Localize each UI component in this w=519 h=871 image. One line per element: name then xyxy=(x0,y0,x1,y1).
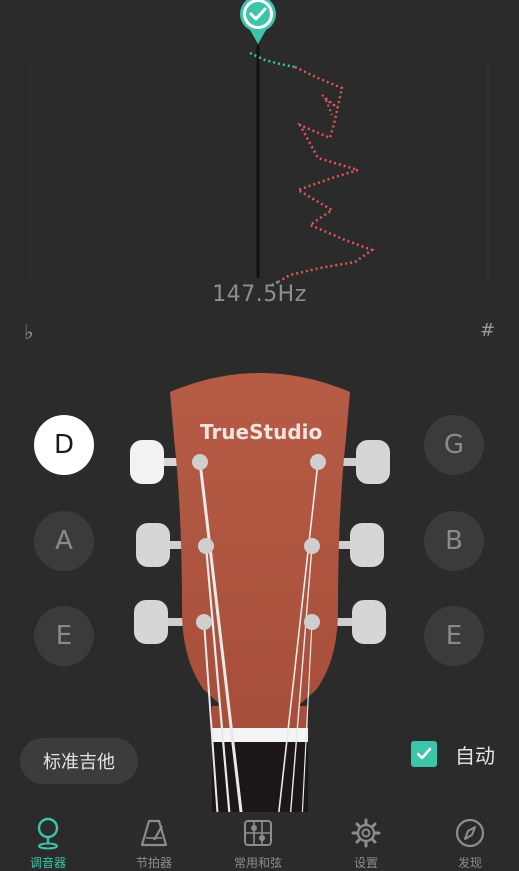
compass-icon xyxy=(430,816,510,850)
tuning-preset-button[interactable]: 标准吉他 xyxy=(20,738,138,784)
tuning-peg-left-1[interactable] xyxy=(130,440,182,484)
tuning-peg-right-3[interactable] xyxy=(334,600,386,644)
metronome-icon xyxy=(114,816,194,850)
tab-metronome[interactable]: 节拍器 xyxy=(114,816,194,871)
string-button-a[interactable]: A xyxy=(34,511,94,571)
string-button-low-e[interactable]: E xyxy=(34,606,94,666)
gear-icon xyxy=(326,816,406,850)
tab-tuner[interactable]: 调音器 xyxy=(8,816,88,871)
tab-chords-label: 常用和弦 xyxy=(233,856,282,870)
tab-discover[interactable]: 发现 xyxy=(430,816,510,871)
string-button-high-e[interactable]: E xyxy=(424,606,484,666)
tab-settings[interactable]: 设置 xyxy=(326,816,406,871)
tuning-peg-left-2[interactable] xyxy=(136,523,188,567)
tab-settings-label: 设置 xyxy=(353,856,378,870)
tab-chords[interactable]: 常用和弦 xyxy=(218,816,298,871)
tuner-pin-icon xyxy=(8,816,88,850)
auto-checkbox[interactable] xyxy=(411,741,437,767)
auto-toggle[interactable]: 自动 xyxy=(411,739,495,769)
chord-icon xyxy=(218,816,298,850)
string-button-b[interactable]: B xyxy=(424,511,484,571)
auto-label: 自动 xyxy=(455,743,495,768)
pitch-graph xyxy=(29,0,489,287)
tab-discover-label: 发现 xyxy=(457,856,482,870)
tuning-peg-right-1[interactable] xyxy=(338,440,390,484)
tuning-peg-right-2[interactable] xyxy=(332,523,384,567)
frequency-readout: 147.5Hz xyxy=(212,282,307,307)
in-tune-check-icon xyxy=(240,0,276,44)
tuning-peg-left-3[interactable] xyxy=(134,600,186,644)
string-button-g[interactable]: G xyxy=(424,415,484,475)
sharp-indicator: # xyxy=(480,320,496,341)
tab-tuner-label: 调音器 xyxy=(29,856,66,870)
string-button-d[interactable]: D xyxy=(34,415,94,475)
bottom-tab-bar: 调音器 节拍器 常用和弦 设置 发现 xyxy=(0,812,519,870)
headstock-brand: TrueStudio xyxy=(200,420,323,444)
check-icon xyxy=(416,747,432,760)
flat-indicator: ♭ xyxy=(24,320,34,344)
tab-metronome-label: 节拍器 xyxy=(135,856,172,870)
